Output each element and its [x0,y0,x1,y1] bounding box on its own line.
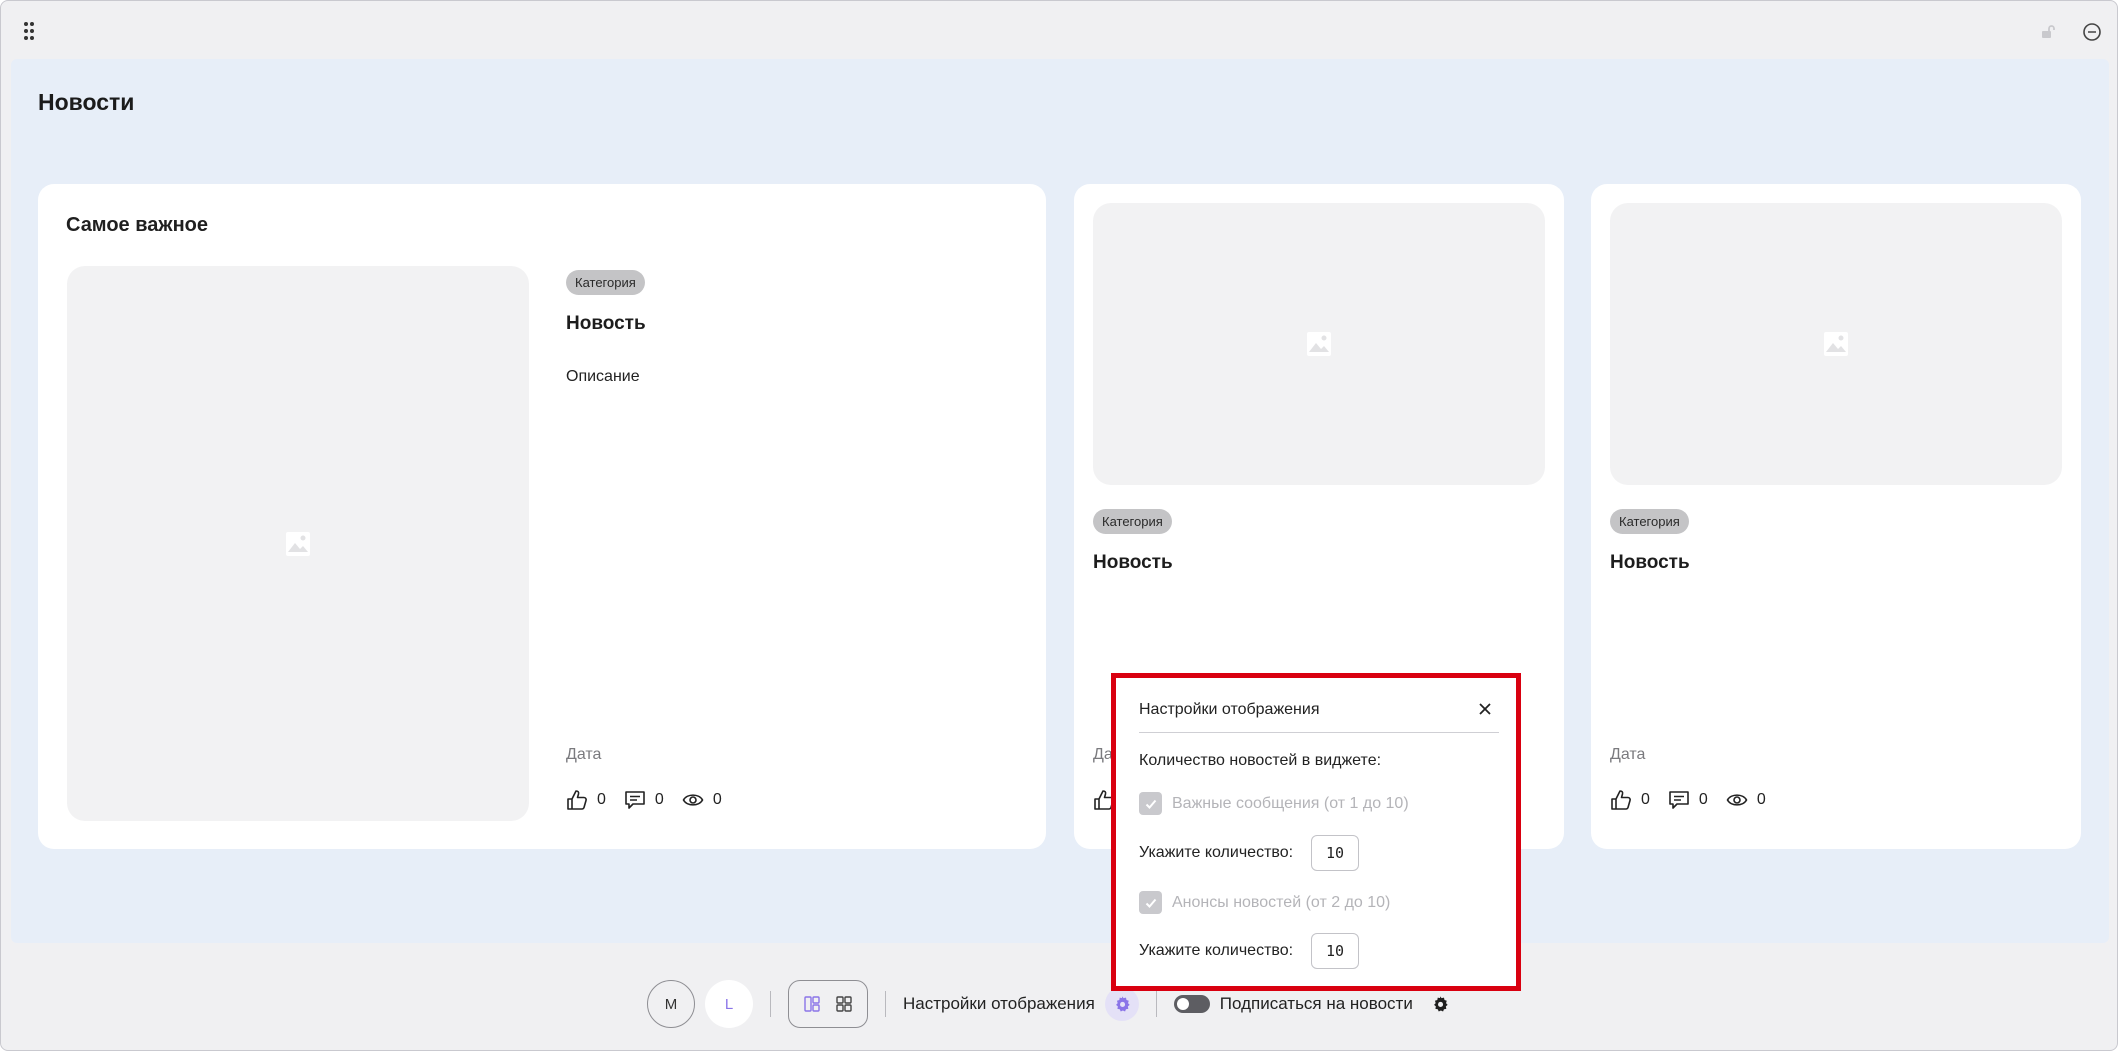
collapse-icon[interactable] [2081,21,2103,43]
qty-label: Укажите количество: [1139,942,1294,959]
category-badge: Категория [1610,509,1689,534]
subscribe-label: Подписаться на новости [1219,994,1413,1013]
thumbs-up-icon [567,790,587,810]
subscribe-settings-button[interactable] [1431,995,1449,1013]
eye-icon [1726,794,1748,806]
announcements-label: Анонсы новостей (от 2 до 10) [1172,893,1391,911]
news-title[interactable]: Новость [566,313,646,335]
announcements-qty-input[interactable] [1311,933,1360,969]
popup-divider [1139,732,1499,733]
eye-icon [682,794,704,806]
check-icon [1145,898,1156,908]
layout-grid-icon[interactable] [835,995,853,1013]
image-placeholder [67,266,529,821]
comment-icon [625,791,645,809]
comment-stat[interactable]: 0 [1668,789,1708,811]
app-frame: Новости Самое важное Категория Новость О… [0,0,2118,1051]
thumbs-up-icon [1611,790,1631,810]
news-date: Дата [566,746,602,763]
layout-featured-icon[interactable] [803,995,821,1013]
image-icon [1824,332,1848,356]
image-placeholder [1093,203,1545,485]
image-icon [1307,332,1331,356]
comment-count: 0 [1698,791,1708,808]
image-icon [286,531,310,556]
category-badge: Категория [566,270,645,295]
view-stat: 0 [1726,789,1766,811]
important-messages-option: Важные сообщения (от 1 до 10) [1139,792,1409,815]
announcements-option: Анонсы новостей (от 2 до 10) [1139,891,1390,914]
news-date: Дата [1610,746,1646,763]
like-stat[interactable]: 0 [566,789,606,811]
like-count: 0 [597,791,606,808]
featured-news-card[interactable]: Самое важное Категория Новость Описание … [38,184,1046,849]
important-qty-input[interactable] [1311,835,1360,871]
widget-title: Новости [38,89,135,115]
unlock-icon[interactable] [2037,21,2059,43]
window-controls [2037,21,2103,43]
size-l-button[interactable]: L [705,980,753,1028]
important-checkbox[interactable] [1139,792,1162,815]
comment-count: 0 [654,791,664,808]
like-stat[interactable]: 0 [1610,789,1650,811]
announcements-checkbox[interactable] [1139,891,1162,914]
display-settings-label: Настройки отображения [903,994,1095,1013]
display-settings-button[interactable] [1104,987,1139,1021]
comment-stat[interactable]: 0 [624,789,664,811]
image-placeholder [1610,203,2062,485]
category-badge: Категория [1093,509,1172,534]
qty-label: Укажите количество: [1139,844,1294,861]
gear-icon [1115,996,1130,1012]
divider [770,991,771,1017]
subscribe-toggle[interactable] [1173,995,1210,1013]
important-label: Важные сообщения (от 1 до 10) [1172,794,1409,812]
like-count: 0 [1641,791,1650,808]
layout-switcher [788,980,868,1028]
gear-icon [1433,996,1448,1012]
news-title[interactable]: Новость [1093,552,1173,574]
news-title[interactable]: Новость [1610,552,1690,574]
news-count-label: Количество новостей в виджете: [1139,752,1382,769]
news-card[interactable]: Категория Новость Дата 0 0 [1591,184,2081,849]
announcements-qty-row: Укажите количество: [1139,933,1360,969]
divider [885,991,886,1017]
view-count: 0 [1756,791,1766,808]
comment-icon [1669,791,1689,809]
news-widget: Новости Самое важное Категория Новость О… [11,59,2109,943]
display-settings-popup: Настройки отображения Количество новосте… [1111,673,1521,991]
close-icon[interactable] [1476,700,1494,718]
check-icon [1145,799,1156,809]
size-m-button[interactable]: M [647,980,695,1028]
news-stats: 0 0 0 [1610,789,1766,811]
popup-title: Настройки отображения [1139,701,1320,718]
view-count: 0 [712,791,722,808]
section-title: Самое важное [66,214,208,236]
news-stats: 0 0 0 [566,789,722,811]
important-qty-row: Укажите количество: [1139,835,1360,871]
view-stat: 0 [682,789,722,811]
drag-handle-icon[interactable] [23,21,37,41]
news-description: Описание [566,368,640,385]
divider [1155,991,1157,1017]
